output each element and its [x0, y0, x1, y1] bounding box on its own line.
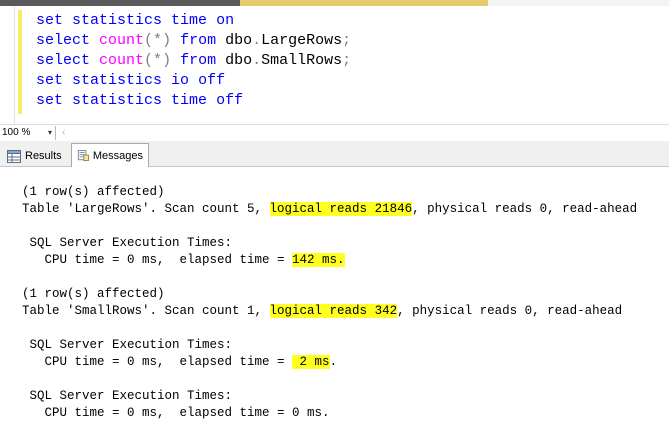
tab-messages-label: Messages — [92, 149, 143, 162]
keyword-token: off — [207, 92, 244, 109]
operator-token: . — [252, 52, 262, 69]
keyword-token: time — [162, 92, 208, 109]
message-text: Table 'SmallRows'. Scan count 1, — [22, 304, 270, 318]
identifier-token: SmallRows — [261, 52, 343, 69]
rows-affected-message: (1 row(s) affected) — [22, 185, 165, 199]
keyword-token: statistics — [63, 12, 163, 29]
function-token: count — [90, 52, 145, 69]
execution-times-heading: SQL Server Execution Times: — [22, 389, 233, 403]
keyword-token: statistics — [63, 92, 163, 109]
zoom-value: 100 % — [2, 127, 31, 138]
function-token: count — [90, 32, 145, 49]
operator-token: ; — [342, 52, 352, 69]
operator-token: . — [252, 32, 262, 49]
cpu-time-line: CPU time = 0 ms, elapsed time = 2 ms. — [22, 354, 637, 371]
operator-token: * — [153, 32, 163, 49]
code-line: set statistics time off — [36, 91, 351, 111]
query-editor[interactable]: set statistics time on select count(*) f… — [0, 6, 669, 124]
editor-gutter — [0, 6, 15, 124]
message-text: . — [329, 355, 338, 369]
keyword-token: from — [171, 52, 217, 69]
change-tracking-bar — [18, 10, 22, 114]
scroll-left-icon[interactable]: ‹ — [62, 126, 65, 140]
operator-token: ( — [144, 52, 154, 69]
message-text: CPU time = 0 ms, elapsed time = — [22, 355, 293, 369]
results-tab-bar: Results Messages — [0, 141, 669, 167]
messages-pane[interactable]: (1 row(s) affected) Table 'LargeRows'. S… — [0, 167, 669, 439]
keyword-token: select — [36, 32, 91, 49]
editor-status-bar: 100 % ▾ ‹ — [0, 124, 669, 142]
highlighted-elapsed-time: 2 ms — [292, 355, 330, 369]
tab-results-label: Results — [25, 150, 62, 162]
keyword-token: time — [162, 12, 208, 29]
rows-affected-message: (1 row(s) affected) — [22, 287, 165, 301]
io-statistics-line: Table 'LargeRows'. Scan count 5, logical… — [22, 201, 637, 218]
identifier-token: LargeRows — [261, 32, 343, 49]
keyword-token: from — [171, 32, 217, 49]
operator-token: ( — [144, 32, 154, 49]
execution-times-heading: SQL Server Execution Times: — [22, 338, 233, 352]
keyword-token: io — [162, 72, 190, 89]
code-line: set statistics time on — [36, 11, 351, 31]
code-line: select count(*) from dbo.SmallRows; — [36, 51, 351, 71]
keyword-token: statistics — [63, 72, 163, 89]
code-area[interactable]: set statistics time on select count(*) f… — [36, 11, 351, 111]
identifier-token: dbo — [216, 52, 253, 69]
highlighted-elapsed-time: 142 ms. — [292, 253, 345, 267]
keyword-token: set — [36, 92, 64, 109]
cpu-time-line: CPU time = 0 ms, elapsed time = 142 ms. — [22, 252, 637, 269]
keyword-token: on — [207, 12, 235, 29]
keyword-token: off — [189, 72, 226, 89]
chevron-down-icon: ▾ — [47, 128, 52, 137]
operator-token: ; — [342, 32, 352, 49]
message-text: Table 'LargeRows'. Scan count 5, — [22, 202, 270, 216]
tab-messages[interactable]: Messages — [71, 143, 149, 167]
grid-icon — [7, 149, 21, 163]
highlighted-logical-reads: logical reads 342 — [269, 304, 398, 318]
tab-results[interactable]: Results — [2, 145, 68, 167]
message-text: , physical reads 0, read-ahead — [412, 202, 638, 216]
cpu-time-line: CPU time = 0 ms, elapsed time = 0 ms. — [22, 406, 330, 420]
message-icon — [77, 149, 89, 162]
code-line: set statistics io off — [36, 71, 351, 91]
message-text: , physical reads 0, read-ahead — [397, 304, 623, 318]
operator-token: * — [153, 52, 163, 69]
operator-token: ) — [162, 32, 172, 49]
messages-output: (1 row(s) affected) Table 'LargeRows'. S… — [22, 184, 637, 422]
operator-token: ) — [162, 52, 172, 69]
keyword-token: select — [36, 52, 91, 69]
identifier-token: dbo — [216, 32, 253, 49]
highlighted-logical-reads: logical reads 21846 — [269, 202, 413, 216]
code-line: select count(*) from dbo.LargeRows; — [36, 31, 351, 51]
message-text: CPU time = 0 ms, elapsed time = — [22, 253, 293, 267]
zoom-dropdown[interactable]: 100 % ▾ — [0, 126, 56, 140]
execution-times-heading: SQL Server Execution Times: — [22, 236, 233, 250]
io-statistics-line: Table 'SmallRows'. Scan count 1, logical… — [22, 303, 637, 320]
keyword-token: set — [36, 72, 64, 89]
keyword-token: set — [36, 12, 64, 29]
